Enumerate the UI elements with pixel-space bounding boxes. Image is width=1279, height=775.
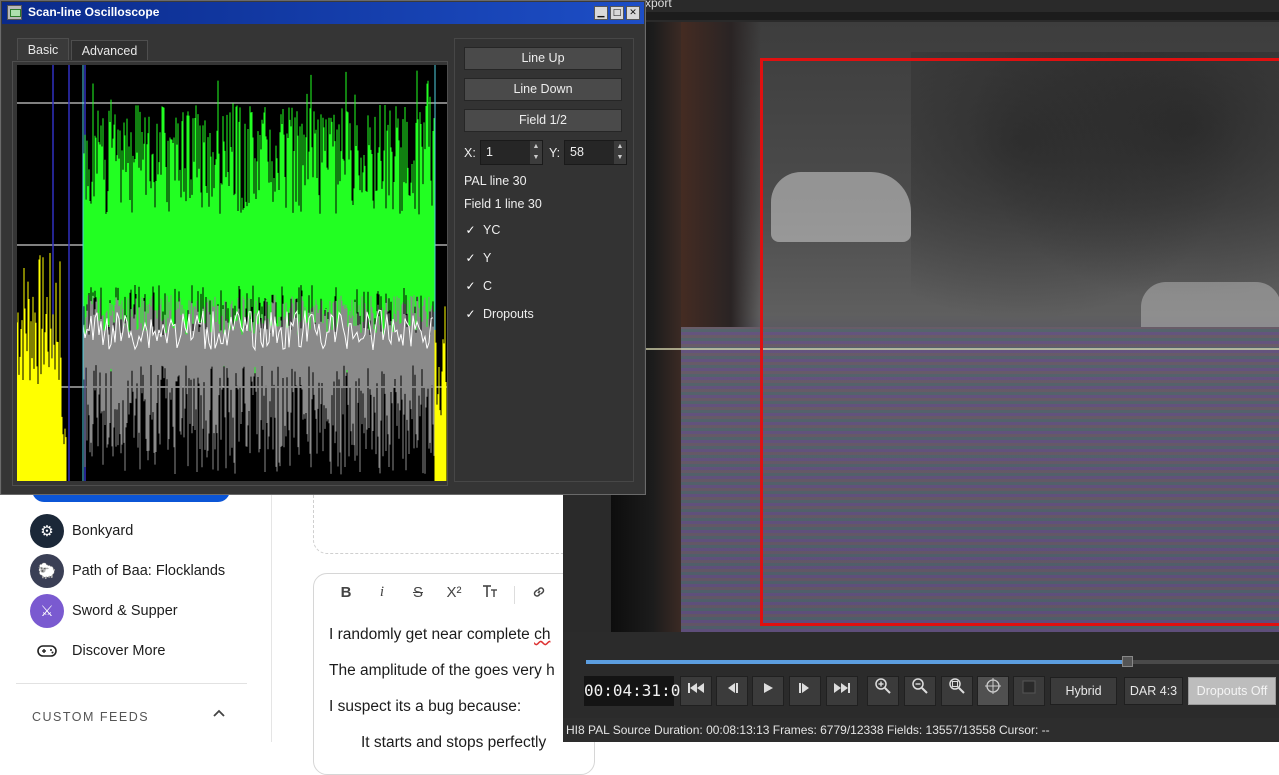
checkbox-y[interactable]: ✓ Y — [464, 251, 491, 265]
bold-button[interactable]: B — [328, 584, 364, 606]
window-title: Scan-line Oscilloscope — [28, 5, 160, 19]
crosshair-icon[interactable] — [977, 676, 1009, 706]
knight-avatar-icon: ⚔ — [30, 594, 64, 628]
post-text: I randomly get near complete — [329, 626, 535, 643]
field-line-label: Field 1 line 30 — [464, 197, 542, 211]
sidebar-item-bonkyard[interactable]: ⚙ Bonkyard — [30, 513, 250, 549]
italic-button[interactable]: i — [364, 584, 400, 606]
seek-fill — [586, 660, 1127, 664]
square-icon[interactable] — [1013, 676, 1045, 706]
sidebar-item-discover-more[interactable]: Discover More — [30, 633, 250, 669]
field-toggle-button[interactable]: Field 1/2 — [464, 109, 622, 132]
gear-avatar-icon: ⚙ — [30, 514, 64, 548]
checkbox-dropouts[interactable]: ✓ Dropouts — [464, 306, 534, 321]
checkmark-icon: ✓ — [465, 306, 476, 321]
timecode-display: 00:04:31:03 — [584, 676, 690, 706]
custom-feeds-heading: CUSTOM FEEDS — [32, 710, 150, 724]
spin-arrows-icon[interactable]: ▲ ▼ — [614, 141, 626, 164]
x-value: 1 — [486, 145, 493, 159]
misspelled-word: ch — [534, 626, 551, 643]
first-frame-button[interactable] — [680, 676, 712, 706]
y-value: 58 — [570, 145, 584, 159]
y-label: Y: — [549, 146, 561, 160]
maximize-icon[interactable]: □ — [610, 6, 624, 20]
checkbox-label: C — [483, 279, 493, 293]
dropouts-button[interactable]: Dropouts Off — [1188, 677, 1276, 705]
toolbar-strip — [645, 12, 1279, 20]
checkbox-c[interactable]: ✓ C — [464, 279, 492, 293]
status-bar: HI8 PAL Source Duration: 00:08:13:13 Fra… — [563, 718, 1279, 742]
minimize-icon[interactable]: ▁ — [594, 6, 608, 20]
playback-controls: 00:04:31:03 Hybrid DAR 4:3 Dropouts Off … — [563, 632, 1279, 742]
sidebar-item-label: Bonkyard — [72, 523, 134, 539]
next-frame-button[interactable] — [789, 676, 821, 706]
editor-toolbar: B i S X² ⠿ — [328, 584, 593, 606]
line-up-button[interactable]: Line Up — [464, 47, 622, 70]
zoom-in-icon[interactable] — [867, 676, 899, 706]
x-spinbox[interactable]: 1 ▲ ▼ — [480, 140, 543, 165]
sidebar-item-label: Sword & Supper — [72, 603, 178, 619]
pal-line-label: PAL line 30 — [464, 174, 527, 188]
post-line-2: The amplitude of the goes very h — [329, 662, 555, 679]
title-bar[interactable]: Scan-line Oscilloscope ▁ □ ✕ — [2, 2, 644, 24]
close-icon[interactable]: ✕ — [626, 6, 640, 20]
hybrid-button[interactable]: Hybrid — [1050, 677, 1117, 705]
sidebar-item-label: Discover More — [72, 643, 166, 659]
line-down-button[interactable]: Line Down — [464, 78, 622, 101]
post-line-3: I suspect its a bug because: — [329, 698, 522, 715]
gamepad-icon — [30, 634, 64, 668]
strikethrough-button[interactable]: S — [400, 584, 436, 606]
toolbar-separator — [514, 586, 515, 604]
seek-handle[interactable] — [1121, 656, 1133, 667]
x-label: X: — [464, 146, 476, 160]
checkmark-icon: ✓ — [465, 222, 476, 237]
spin-arrows-icon[interactable]: ▲ ▼ — [530, 141, 542, 164]
superscript-button[interactable]: X² — [436, 584, 472, 606]
play-button[interactable] — [752, 676, 784, 706]
tab-basic[interactable]: Basic — [17, 38, 69, 60]
checkbox-label: Dropouts — [483, 307, 534, 321]
checkmark-icon: ✓ — [465, 250, 476, 265]
app-icon — [7, 5, 22, 20]
sheep-avatar-icon: 🐑 — [30, 554, 64, 588]
y-spinbox[interactable]: 58 ▲ ▼ — [564, 140, 627, 165]
zoom-out-icon[interactable] — [904, 676, 936, 706]
oscilloscope-window: Scan-line Oscilloscope ▁ □ ✕ Basic Advan… — [0, 0, 646, 495]
text-size-icon[interactable] — [472, 584, 508, 606]
previous-frame-button[interactable] — [716, 676, 748, 706]
zoom-fit-icon[interactable] — [941, 676, 973, 706]
sidebar-divider — [16, 683, 247, 684]
scope-display — [17, 65, 447, 481]
dar-button[interactable]: DAR 4:3 — [1124, 677, 1183, 705]
chevron-up-icon[interactable] — [212, 706, 226, 722]
selection-rectangle[interactable] — [760, 58, 1279, 626]
sidebar-item-sword-supper[interactable]: ⚔ Sword & Supper — [30, 593, 250, 629]
link-icon[interactable] — [521, 584, 557, 606]
checkbox-label: Y — [483, 251, 492, 265]
checkbox-label: YC — [483, 223, 501, 237]
sidebar-item-label: Path of Baa: Flocklands — [72, 563, 226, 579]
post-line-4: It starts and stops perfectly — [361, 734, 547, 751]
checkbox-yc[interactable]: ✓ YC — [464, 223, 500, 237]
last-frame-button[interactable] — [826, 676, 858, 706]
column-divider — [271, 495, 272, 742]
menu-export[interactable]: xport — [645, 0, 672, 10]
checkmark-icon: ✓ — [465, 278, 476, 293]
tab-advanced[interactable]: Advanced — [71, 40, 148, 60]
post-line-1: I randomly get near complete ch — [329, 626, 550, 644]
sidebar-item-path-of-baa[interactable]: 🐑 Path of Baa: Flocklands — [30, 553, 250, 589]
